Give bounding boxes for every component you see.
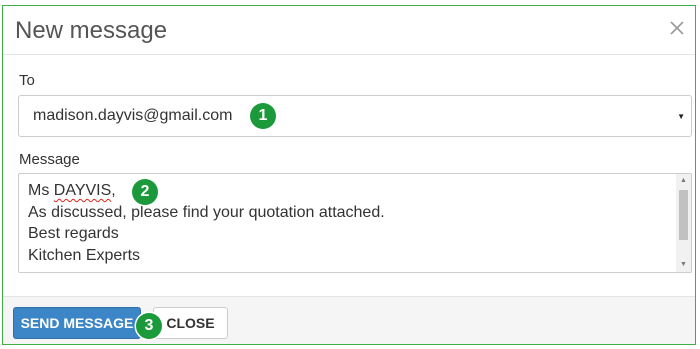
message-textarea[interactable]: Ms DAYVIS, As discussed, please find you… — [18, 173, 692, 273]
message-line: Best regards — [28, 225, 119, 242]
scrollbar-thumb[interactable] — [679, 190, 688, 240]
close-icon[interactable] — [667, 18, 687, 38]
send-message-button[interactable]: SEND MESSAGE — [13, 307, 141, 339]
message-label: Message — [19, 151, 80, 168]
message-line: As discussed, please find your quotation… — [28, 203, 385, 221]
step-3-badge: 3 — [136, 313, 162, 339]
message-line: Ms DAYVIS, — [28, 182, 116, 199]
recipient-select[interactable]: madison.dayvis@gmail.com ▼ — [18, 95, 692, 137]
misspelled-word: DAYVIS — [53, 182, 112, 199]
recipient-value: madison.dayvis@gmail.com — [33, 107, 233, 124]
caret-down-icon: ▼ — [677, 112, 685, 121]
dialog-header: New message — [3, 6, 695, 55]
close-button[interactable]: CLOSE — [153, 307, 228, 339]
to-label: To — [19, 72, 35, 89]
message-text: Ms DAYVIS, As discussed, please find you… — [28, 180, 385, 266]
scroll-down-arrow-icon[interactable]: ▼ — [676, 258, 691, 272]
dialog-footer: SEND MESSAGE CLOSE — [3, 296, 695, 344]
new-message-dialog: New message To madison.dayvis@gmail.com … — [2, 5, 696, 345]
step-2-badge: 2 — [132, 179, 158, 205]
textarea-scrollbar[interactable]: ▲ ▼ — [676, 174, 691, 272]
step-1-badge: 1 — [250, 103, 276, 129]
message-line: Kitchen Experts — [28, 246, 141, 264]
scroll-up-arrow-icon[interactable]: ▲ — [676, 174, 691, 188]
dialog-title: New message — [15, 17, 168, 44]
